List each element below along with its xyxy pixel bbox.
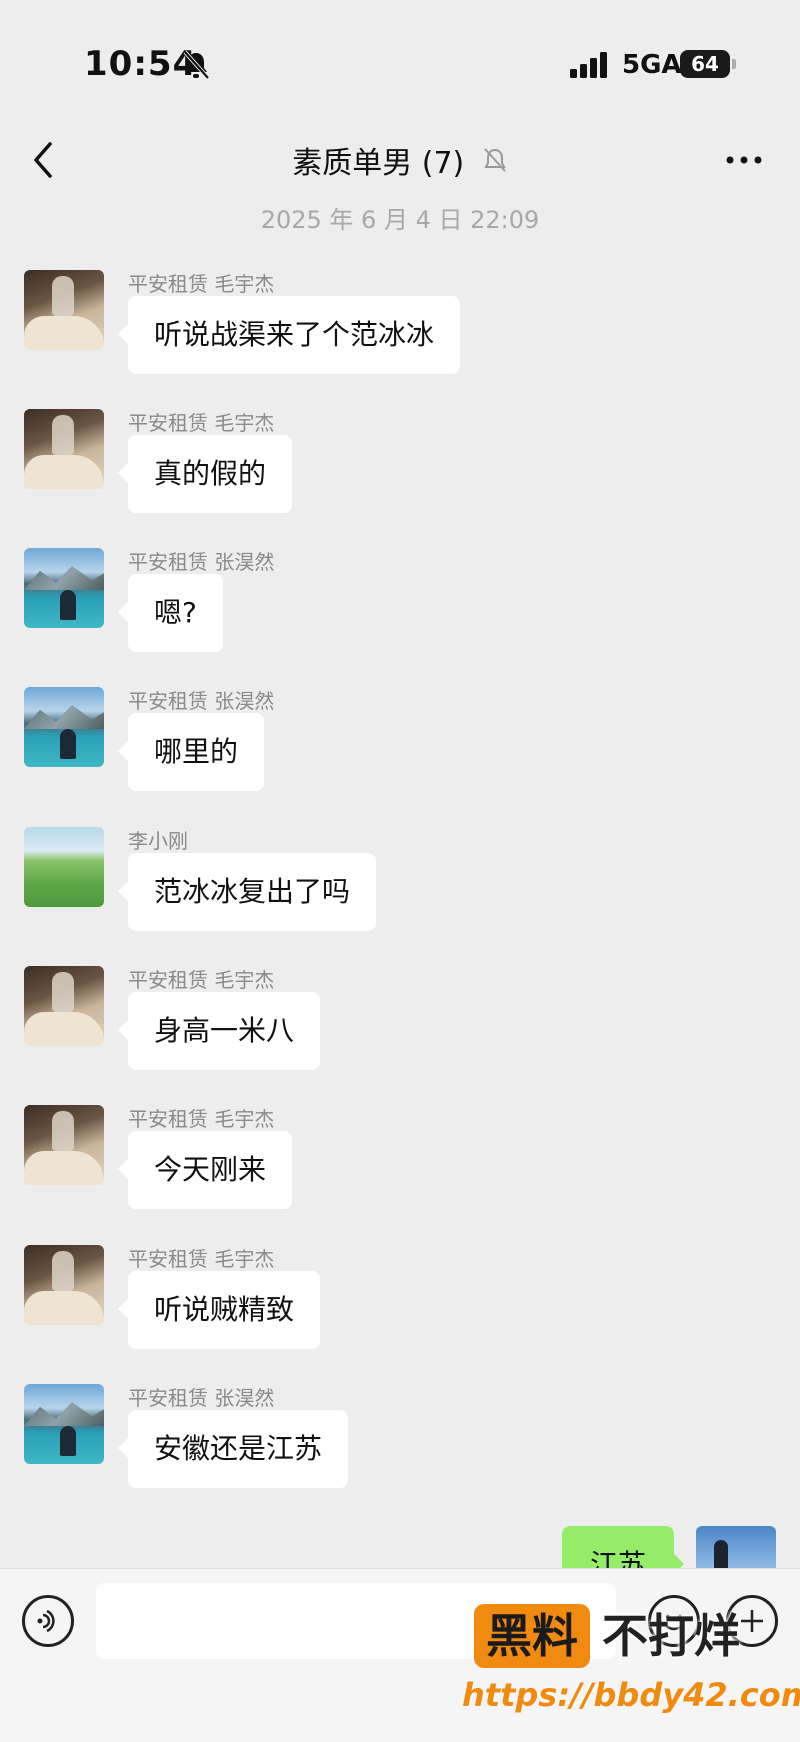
watermark-logo: 黑料 不打烊: [474, 1604, 774, 1674]
message-bubble[interactable]: 真的假的: [117, 435, 293, 513]
battery-level: 64: [691, 52, 719, 76]
message-row: 平安租赁 毛宇杰 听说战渠来了个范冰冰: [24, 270, 724, 390]
field-avatar[interactable]: [24, 827, 104, 907]
room-avatar[interactable]: [24, 270, 104, 350]
voice-input-button[interactable]: [22, 1595, 74, 1647]
message-bubble[interactable]: 嗯?: [118, 574, 223, 652]
status-time: 10:54: [84, 44, 198, 84]
room-avatar[interactable]: [24, 409, 104, 489]
sender-name: 平安租赁 毛宇杰: [128, 968, 275, 992]
sender-name: 平安租赁 张淏然: [128, 689, 275, 713]
message-row: 平安租赁 张淏然 嗯?: [24, 548, 724, 668]
sender-name: 平安租赁 张淏然: [128, 550, 275, 574]
watermark-text: 不打烊: [602, 1609, 740, 1663]
message-row: 平安租赁 毛宇杰 身高一米八: [24, 966, 724, 1086]
message-bubble[interactable]: 安徽还是江苏: [117, 1410, 349, 1488]
message-row: 李小刚 范冰冰复出了吗: [24, 827, 724, 947]
message-row: 平安租赁 毛宇杰 听说贼精致: [24, 1245, 724, 1365]
sender-name: 平安租赁 毛宇杰: [128, 411, 275, 435]
lake-avatar[interactable]: [24, 1384, 104, 1464]
sender-name: 平安租赁 毛宇杰: [128, 272, 275, 296]
battery-icon: 64: [680, 50, 736, 78]
room-avatar[interactable]: [24, 1105, 104, 1185]
sender-name: 平安租赁 张淏然: [128, 1386, 275, 1410]
lake-avatar[interactable]: [24, 687, 104, 767]
chat-header: 素质单男 (7): [0, 120, 800, 200]
sender-name: 平安租赁 毛宇杰: [128, 1247, 275, 1271]
watermark-url: https://bbdy42.com: [462, 1676, 800, 1714]
message-row: 平安租赁 张淏然 安徽还是江苏: [24, 1384, 724, 1504]
network-type: 5GA: [622, 50, 682, 80]
message-row: 平安租赁 毛宇杰 今天刚来: [24, 1105, 724, 1225]
message-bubble[interactable]: 身高一米八: [117, 992, 321, 1070]
chat-title[interactable]: 素质单男 (7): [292, 138, 464, 182]
room-avatar[interactable]: [24, 1245, 104, 1325]
signal-icon: [570, 52, 607, 78]
more-options-icon[interactable]: [722, 138, 766, 182]
message-bubble[interactable]: 今天刚来: [117, 1131, 293, 1209]
message-row: 平安租赁 张淏然 哪里的: [24, 687, 724, 807]
message-bubble[interactable]: 范冰冰复出了吗: [117, 853, 377, 931]
message-row: 平安租赁 毛宇杰 真的假的: [24, 409, 724, 529]
message-bubble[interactable]: 哪里的: [117, 713, 265, 791]
sender-name: 李小刚: [128, 829, 188, 853]
room-avatar[interactable]: [24, 966, 104, 1046]
message-bubble[interactable]: 听说贼精致: [117, 1271, 321, 1349]
watermark-badge: 黑料: [474, 1604, 590, 1668]
status-bar: 10:54 5GA 64: [0, 0, 800, 120]
voice-icon: [37, 1609, 55, 1633]
message-timestamp: 2025 年 6 月 4 日 22:09: [260, 206, 540, 234]
mute-bell-icon: [484, 148, 506, 172]
lake-avatar[interactable]: [24, 548, 104, 628]
chat-title-container: 素质单男 (7): [0, 138, 800, 182]
message-bubble[interactable]: 听说战渠来了个范冰冰: [117, 296, 461, 374]
sender-name: 平安租赁 毛宇杰: [128, 1107, 275, 1131]
bell-off-icon: [183, 50, 210, 80]
